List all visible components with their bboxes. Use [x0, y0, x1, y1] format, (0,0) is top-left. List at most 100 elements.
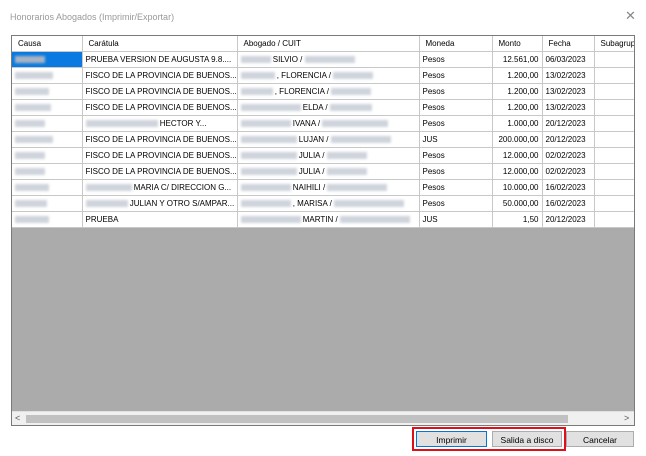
cell-moneda[interactable]: Pesos	[419, 147, 493, 164]
cell-abogado[interactable]: NAIHILI /	[237, 179, 420, 196]
cell-subagrupa[interactable]	[594, 115, 634, 132]
cell-abogado[interactable]: ELDA /	[237, 99, 420, 116]
cell-abogado[interactable]: , MARISA /	[237, 195, 420, 212]
cell-fecha[interactable]: 02/02/2023	[542, 163, 595, 180]
table-row[interactable]: FISCO DE LA PROVINCIA DE BUENOS... ELDA …	[12, 99, 634, 116]
cell-causa[interactable]	[12, 115, 83, 132]
cell-fecha[interactable]: 02/02/2023	[542, 147, 595, 164]
table-row[interactable]: JULIAN Y OTRO S/AMPAR... , MARISA / Peso…	[12, 195, 634, 212]
table-row[interactable]: FISCO DE LA PROVINCIA DE BUENOS... , FLO…	[12, 83, 634, 100]
cell-moneda[interactable]: JUS	[419, 131, 493, 148]
cell-caratula[interactable]: JULIAN Y OTRO S/AMPAR...	[82, 195, 238, 212]
cell-abogado[interactable]: SILVIO /	[237, 51, 420, 68]
column-header-caratula[interactable]: Carátula	[82, 36, 238, 52]
cell-monto[interactable]: 12.000,00	[492, 147, 543, 164]
cell-moneda[interactable]: Pesos	[419, 179, 493, 196]
column-header-monto[interactable]: Monto	[492, 36, 543, 52]
column-header-abogado[interactable]: Abogado / CUIT	[237, 36, 420, 52]
cell-fecha[interactable]: 20/12/2023	[542, 131, 595, 148]
salida-a-disco-button[interactable]: Salida a disco	[492, 431, 562, 447]
cell-causa[interactable]	[12, 211, 83, 228]
cell-causa[interactable]	[12, 195, 83, 212]
cell-causa[interactable]	[12, 67, 83, 84]
cell-caratula[interactable]: MARIA C/ DIRECCION G...	[82, 179, 238, 196]
scroll-right-icon[interactable]: >	[624, 413, 629, 423]
table-row[interactable]: FISCO DE LA PROVINCIA DE BUENOS... JULIA…	[12, 163, 634, 180]
cell-subagrupa[interactable]	[594, 195, 634, 212]
close-icon[interactable]: ✕	[625, 9, 636, 22]
cell-caratula[interactable]: FISCO DE LA PROVINCIA DE BUENOS...	[82, 163, 238, 180]
cell-fecha[interactable]: 06/03/2023	[542, 51, 595, 68]
cell-abogado[interactable]: JULIA /	[237, 163, 420, 180]
cell-abogado[interactable]: LUJAN /	[237, 131, 420, 148]
cell-subagrupa[interactable]	[594, 67, 634, 84]
cell-abogado[interactable]: , FLORENCIA /	[237, 83, 420, 100]
cell-monto[interactable]: 1,50	[492, 211, 543, 228]
cell-causa[interactable]	[12, 179, 83, 196]
cell-abogado[interactable]: , FLORENCIA /	[237, 67, 420, 84]
table-row[interactable]: FISCO DE LA PROVINCIA DE BUENOS... , FLO…	[12, 67, 634, 84]
cell-fecha[interactable]: 13/02/2023	[542, 67, 595, 84]
horizontal-scrollbar[interactable]: < >	[12, 411, 634, 425]
cell-moneda[interactable]: Pesos	[419, 83, 493, 100]
data-grid[interactable]: Causa Carátula Abogado / CUIT Moneda Mon…	[11, 35, 635, 426]
cell-moneda[interactable]: Pesos	[419, 99, 493, 116]
cell-caratula[interactable]: PRUEBA VERSION DE AUGUSTA 9.8....	[82, 51, 238, 68]
cell-subagrupa[interactable]	[594, 131, 634, 148]
cell-fecha[interactable]: 16/02/2023	[542, 179, 595, 196]
cell-monto[interactable]: 10.000,00	[492, 179, 543, 196]
cell-monto[interactable]: 12.561,00	[492, 51, 543, 68]
cell-moneda[interactable]: Pesos	[419, 51, 493, 68]
cell-subagrupa[interactable]	[594, 99, 634, 116]
cell-caratula[interactable]: FISCO DE LA PROVINCIA DE BUENOS...	[82, 131, 238, 148]
table-row[interactable]: HECTOR Y... IVANA / Pesos 1.000,00 20/12/2…	[12, 115, 634, 132]
cell-subagrupa[interactable]	[594, 163, 634, 180]
cell-moneda[interactable]: Pesos	[419, 115, 493, 132]
cell-monto[interactable]: 1.200,00	[492, 83, 543, 100]
column-header-fecha[interactable]: Fecha	[542, 36, 595, 52]
cell-monto[interactable]: 200.000,00	[492, 131, 543, 148]
table-row[interactable]: MARIA C/ DIRECCION G... NAIHILI / Pesos 1…	[12, 179, 634, 196]
cell-causa[interactable]	[12, 83, 83, 100]
cell-caratula[interactable]: FISCO DE LA PROVINCIA DE BUENOS...	[82, 83, 238, 100]
cell-caratula[interactable]: FISCO DE LA PROVINCIA DE BUENOS...	[82, 147, 238, 164]
cell-fecha[interactable]: 20/12/2023	[542, 211, 595, 228]
cell-moneda[interactable]: Pesos	[419, 67, 493, 84]
cell-causa[interactable]	[12, 147, 83, 164]
cell-causa[interactable]	[12, 51, 83, 68]
cell-moneda[interactable]: Pesos	[419, 195, 493, 212]
cell-subagrupa[interactable]	[594, 51, 634, 68]
cell-moneda[interactable]: Pesos	[419, 163, 493, 180]
table-row[interactable]: FISCO DE LA PROVINCIA DE BUENOS... LUJAN…	[12, 131, 634, 148]
cell-subagrupa[interactable]	[594, 211, 634, 228]
cell-causa[interactable]	[12, 163, 83, 180]
cell-fecha[interactable]: 13/02/2023	[542, 99, 595, 116]
cell-monto[interactable]: 12.000,00	[492, 163, 543, 180]
cell-monto[interactable]: 1.000,00	[492, 115, 543, 132]
cell-caratula[interactable]: FISCO DE LA PROVINCIA DE BUENOS...	[82, 99, 238, 116]
table-row[interactable]: PRUEBA MARTIN / JUS 1,50 20/12/2023	[12, 211, 634, 228]
cell-caratula[interactable]: FISCO DE LA PROVINCIA DE BUENOS...	[82, 67, 238, 84]
cell-caratula[interactable]: PRUEBA	[82, 211, 238, 228]
scroll-left-icon[interactable]: <	[15, 413, 20, 423]
cell-abogado[interactable]: JULIA /	[237, 147, 420, 164]
cancelar-button[interactable]: Cancelar	[566, 431, 634, 447]
cell-monto[interactable]: 1.200,00	[492, 99, 543, 116]
table-row[interactable]: PRUEBA VERSION DE AUGUSTA 9.8.... SILVIO…	[12, 51, 634, 68]
column-header-subagrupa[interactable]: Subagrupa	[594, 36, 634, 52]
column-header-causa[interactable]: Causa	[12, 36, 83, 52]
scrollbar-thumb[interactable]	[26, 415, 568, 423]
table-row[interactable]: FISCO DE LA PROVINCIA DE BUENOS... JULIA…	[12, 147, 634, 164]
cell-monto[interactable]: 1.200,00	[492, 67, 543, 84]
cell-fecha[interactable]: 20/12/2023	[542, 115, 595, 132]
cell-abogado[interactable]: IVANA /	[237, 115, 420, 132]
cell-moneda[interactable]: JUS	[419, 211, 493, 228]
cell-subagrupa[interactable]	[594, 179, 634, 196]
cell-fecha[interactable]: 13/02/2023	[542, 83, 595, 100]
cell-subagrupa[interactable]	[594, 147, 634, 164]
cell-abogado[interactable]: MARTIN /	[237, 211, 420, 228]
cell-fecha[interactable]: 16/02/2023	[542, 195, 595, 212]
cell-caratula[interactable]: HECTOR Y...	[82, 115, 238, 132]
cell-causa[interactable]	[12, 131, 83, 148]
imprimir-button[interactable]: Imprimir	[416, 431, 487, 447]
